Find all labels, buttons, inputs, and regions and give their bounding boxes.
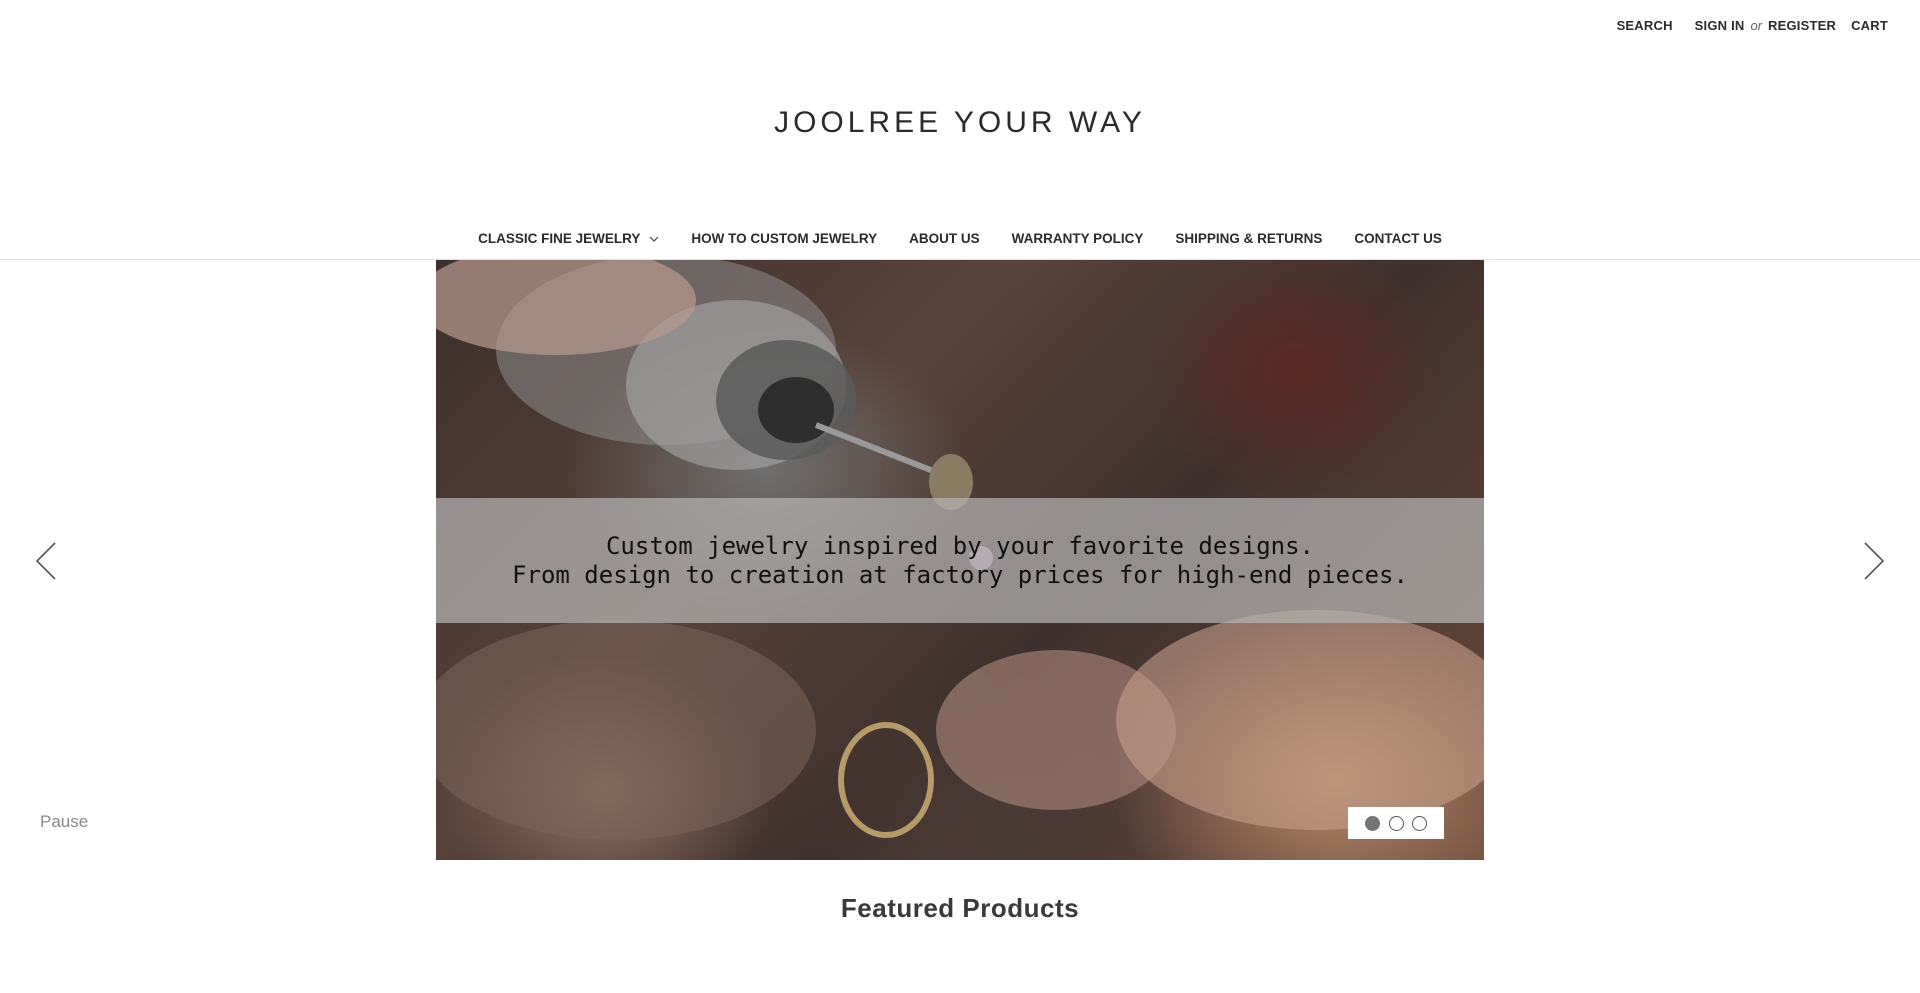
caption-line-2: From design to creation at factory price… <box>512 560 1408 589</box>
carousel-slide-image[interactable]: Custom jewelry inspired by your favorite… <box>436 260 1484 860</box>
nav-item-contact-us[interactable]: CONTACT US <box>1354 231 1442 246</box>
or-text: or <box>1750 17 1763 33</box>
search-link[interactable]: SEARCH <box>1617 18 1673 33</box>
sign-in-link[interactable]: SIGN IN <box>1695 18 1745 33</box>
carousel-dot-1[interactable] <box>1364 815 1380 831</box>
nav-item-how-to-custom-jewelry[interactable]: HOW TO CUSTOM JEWELRY <box>691 231 877 246</box>
chevron-down-icon <box>649 236 659 242</box>
top-utility-bar: SEARCH SIGN IN or REGISTER CART <box>1617 0 1920 50</box>
nav-item-label: CLASSIC FINE JEWELRY <box>478 231 641 246</box>
nav-item-warranty-policy[interactable]: WARRANTY POLICY <box>1012 231 1144 246</box>
featured-products-heading: Featured Products <box>840 893 1080 923</box>
hero-carousel: Custom jewelry inspired by your favorite… <box>0 260 1920 860</box>
caption-line-1: Custom jewelry inspired by your favorite… <box>605 531 1314 560</box>
carousel-caption: Custom jewelry inspired by your favorite… <box>436 498 1484 623</box>
carousel-pagination <box>1348 807 1444 839</box>
nav-item-classic-fine-jewelry[interactable]: CLASSIC FINE JEWELRY <box>478 231 659 246</box>
nav-item-about-us[interactable]: ABOUT US <box>909 231 980 246</box>
chevron-right-icon[interactable] <box>1862 541 1886 581</box>
carousel-dot-2[interactable] <box>1388 815 1404 831</box>
store-logo[interactable]: JOOLREE YOUR WAY <box>0 106 1920 140</box>
chevron-left-icon[interactable] <box>34 541 58 581</box>
nav-item-shipping-returns[interactable]: SHIPPING & RETURNS <box>1175 231 1322 246</box>
cart-link[interactable]: CART <box>1851 18 1888 33</box>
main-navigation: CLASSIC FINE JEWELRY HOW TO CUSTOM JEWEL… <box>0 218 1920 260</box>
carousel-pause-button[interactable]: Pause <box>40 812 88 832</box>
carousel-dot-3[interactable] <box>1412 815 1428 831</box>
register-link[interactable]: REGISTER <box>1768 18 1836 33</box>
